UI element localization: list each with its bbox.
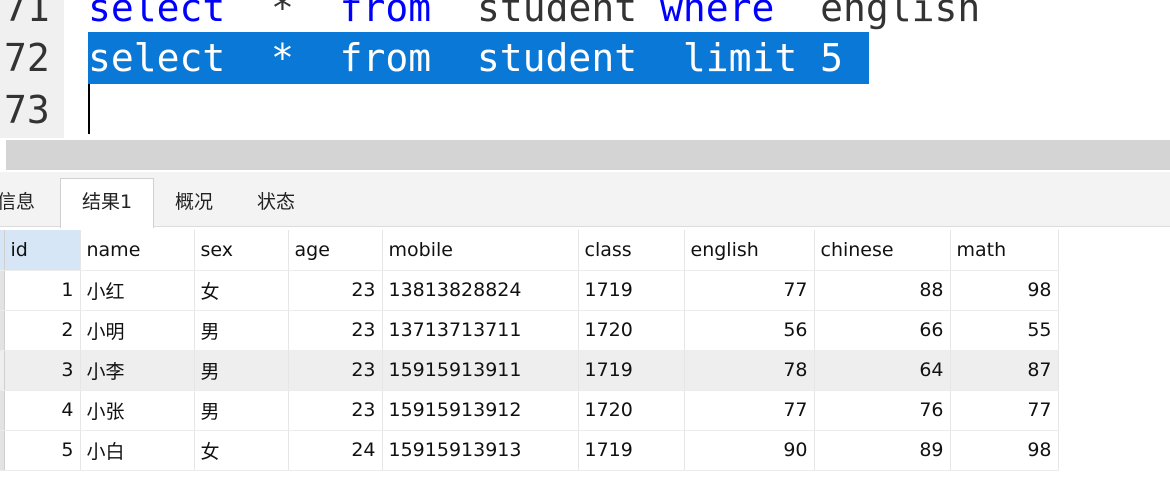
cell-math[interactable]: 55 bbox=[950, 310, 1059, 351]
code-token: * bbox=[225, 0, 340, 30]
cell-id[interactable]: 3 bbox=[4, 350, 81, 391]
cell-mobile[interactable]: 13713713711 bbox=[382, 310, 579, 351]
table-row[interactable]: 1 小红 女 23 13813828824 1719 77 88 98 bbox=[0, 270, 1059, 311]
column-header-english[interactable]: english bbox=[684, 230, 815, 271]
cell-english[interactable]: 56 bbox=[684, 310, 815, 351]
text-caret bbox=[88, 84, 90, 134]
cell-chinese[interactable]: 89 bbox=[814, 430, 951, 471]
cell-math[interactable]: 98 bbox=[950, 430, 1059, 471]
sql-editor[interactable]: 71 select * from student where english 7… bbox=[0, 0, 1170, 138]
cell-mobile[interactable]: 15915913912 bbox=[382, 390, 579, 431]
cell-age[interactable]: 24 bbox=[288, 430, 383, 471]
result-tabs: 信息 结果1 概况 状态 bbox=[0, 172, 1170, 228]
cell-class[interactable]: 1720 bbox=[578, 390, 685, 431]
code-text[interactable]: select * from student where english bbox=[88, 0, 980, 34]
cell-age[interactable]: 23 bbox=[288, 350, 383, 391]
code-token: student bbox=[431, 0, 660, 30]
cell-name[interactable]: 小白 bbox=[80, 430, 195, 471]
cell-id[interactable]: 5 bbox=[4, 430, 81, 471]
line-number: 73 bbox=[4, 88, 50, 132]
cell-mobile[interactable]: 13813828824 bbox=[382, 270, 579, 311]
selected-code-text[interactable]: select * from student limit 5 bbox=[88, 32, 869, 84]
cell-name[interactable]: 小明 bbox=[80, 310, 195, 351]
cell-age[interactable]: 23 bbox=[288, 310, 383, 351]
cell-math[interactable]: 87 bbox=[950, 350, 1059, 391]
cell-chinese[interactable]: 88 bbox=[814, 270, 951, 311]
tab-status[interactable]: 状态 bbox=[236, 180, 316, 225]
cell-english[interactable]: 90 bbox=[684, 430, 815, 471]
column-header-math[interactable]: math bbox=[950, 230, 1059, 271]
keyword: where bbox=[659, 0, 775, 30]
cell-class[interactable]: 1719 bbox=[578, 270, 685, 311]
column-header-name[interactable]: name bbox=[80, 230, 195, 271]
cell-chinese[interactable]: 66 bbox=[814, 310, 951, 351]
grid-header-row: id name sex age mobile class english chi… bbox=[0, 230, 1059, 271]
keyword: from bbox=[339, 0, 432, 30]
keyword: select bbox=[88, 0, 226, 30]
results-grid: id name sex age mobile class english chi… bbox=[0, 230, 1059, 471]
column-header-sex[interactable]: sex bbox=[194, 230, 289, 271]
code-line-71[interactable]: 71 select * from student where english bbox=[0, 0, 1170, 34]
cell-math[interactable]: 77 bbox=[950, 390, 1059, 431]
cell-name[interactable]: 小红 bbox=[80, 270, 195, 311]
cell-chinese[interactable]: 76 bbox=[814, 390, 951, 431]
pane-splitter[interactable] bbox=[0, 140, 1170, 170]
code-token: english bbox=[774, 0, 981, 30]
cell-sex[interactable]: 男 bbox=[194, 350, 289, 391]
tab-info[interactable]: 信息 bbox=[0, 180, 46, 225]
column-header-class[interactable]: class bbox=[578, 230, 685, 271]
cell-mobile[interactable]: 15915913911 bbox=[382, 350, 579, 391]
line-number: 71 bbox=[4, 0, 50, 30]
cell-math[interactable]: 98 bbox=[950, 270, 1059, 311]
cell-chinese[interactable]: 64 bbox=[814, 350, 951, 391]
table-row[interactable]: 4 小张 男 23 15915913912 1720 77 76 77 bbox=[0, 390, 1059, 431]
tab-overview[interactable]: 概况 bbox=[154, 180, 234, 225]
column-header-chinese[interactable]: chinese bbox=[814, 230, 951, 271]
cell-id[interactable]: 1 bbox=[4, 270, 81, 311]
cell-age[interactable]: 23 bbox=[288, 270, 383, 311]
cell-class[interactable]: 1719 bbox=[578, 430, 685, 471]
cell-sex[interactable]: 女 bbox=[194, 430, 289, 471]
cell-name[interactable]: 小李 bbox=[80, 350, 195, 391]
column-header-age[interactable]: age bbox=[288, 230, 383, 271]
table-row[interactable]: 3 小李 男 23 15915913911 1719 78 64 87 bbox=[0, 350, 1059, 391]
column-header-id[interactable]: id bbox=[4, 230, 81, 271]
cell-mobile[interactable]: 15915913913 bbox=[382, 430, 579, 471]
column-header-mobile[interactable]: mobile bbox=[382, 230, 579, 271]
splitter-edge bbox=[0, 140, 6, 170]
cell-sex[interactable]: 女 bbox=[194, 270, 289, 311]
cell-english[interactable]: 77 bbox=[684, 390, 815, 431]
cell-id[interactable]: 4 bbox=[4, 390, 81, 431]
cell-sex[interactable]: 男 bbox=[194, 310, 289, 351]
cell-age[interactable]: 23 bbox=[288, 390, 383, 431]
tab-result1[interactable]: 结果1 bbox=[60, 178, 154, 228]
line-number: 72 bbox=[4, 36, 50, 80]
cell-class[interactable]: 1719 bbox=[578, 350, 685, 391]
cell-english[interactable]: 78 bbox=[684, 350, 815, 391]
code-line-72[interactable]: 72 select * from student limit 5 bbox=[0, 32, 1170, 84]
table-row[interactable]: 5 小白 女 24 15915913913 1719 90 89 98 bbox=[0, 430, 1059, 471]
cell-english[interactable]: 77 bbox=[684, 270, 815, 311]
cell-name[interactable]: 小张 bbox=[80, 390, 195, 431]
table-row[interactable]: 2 小明 男 23 13713713711 1720 56 66 55 bbox=[0, 310, 1059, 351]
cell-class[interactable]: 1720 bbox=[578, 310, 685, 351]
code-line-73[interactable]: 73 bbox=[0, 84, 1170, 136]
cell-sex[interactable]: 男 bbox=[194, 390, 289, 431]
cell-id[interactable]: 2 bbox=[4, 310, 81, 351]
